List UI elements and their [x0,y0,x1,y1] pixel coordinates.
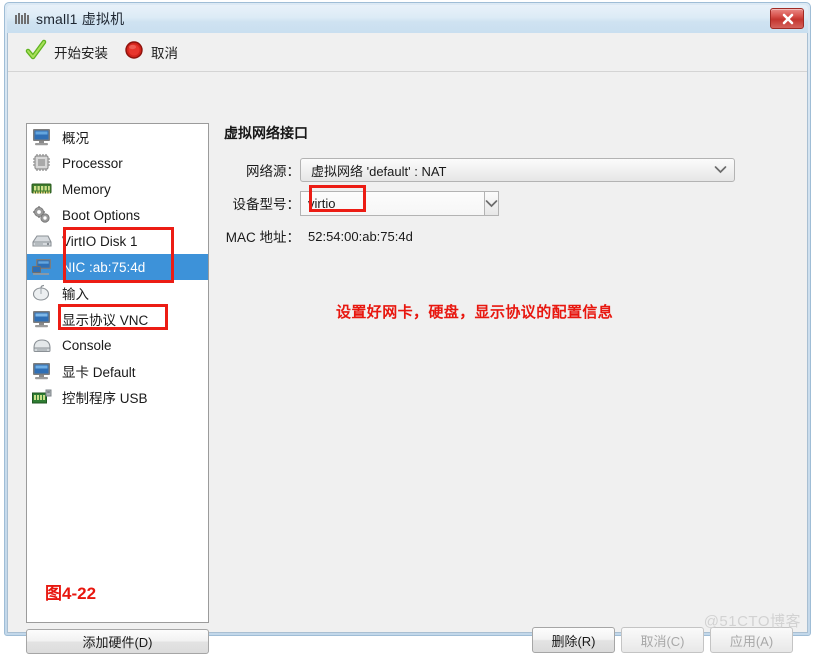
green-check-icon [25,39,47,66]
close-icon[interactable] [770,8,804,29]
begin-installation-label: 开始安装 [54,46,108,61]
console-icon [31,335,53,355]
network-source-select[interactable]: 虚拟网络 'default' : NAT [300,158,735,182]
device-model-combo[interactable] [300,190,499,216]
hw-item-label: 输入 [62,287,89,302]
monitor-icon [31,127,53,147]
network-source-value: 虚拟网络 'default' : NAT [311,163,447,179]
cpu-chip-icon [31,153,53,173]
hw-item-virtio-disk-1[interactable]: VirtIO Disk 1 [27,228,208,254]
hw-item-label: Boot Options [62,207,141,223]
memory-module-icon [31,179,53,199]
hw-item-label: 控制程序 USB [62,391,148,406]
begin-installation-button[interactable]: 开始安装 [22,36,115,69]
detail-panel: 虚拟网络接口 网络源： 虚拟网络 'default' : NAT 设备型号： v… [224,123,794,613]
window-title: small1 虚拟机 [36,11,125,27]
hw-item-label: 概况 [62,131,89,146]
hw-item-label: Processor [62,155,123,171]
mac-address-row: MAC 地址： 52:54:00:ab:75:4d [224,224,794,248]
hw-item-overview[interactable]: 概况 [27,124,208,150]
mac-address-value: 52:54:00:ab:75:4d [308,228,413,244]
hard-disk-icon [31,231,53,251]
device-model-row: 设备型号： [224,190,794,216]
hw-item-video-card[interactable]: 显卡 Default [27,358,208,384]
cancel-button[interactable]: 取消(C) [621,627,704,653]
panel-heading: 虚拟网络接口 [224,125,308,141]
hw-item-label: 显示协议 VNC [62,313,149,328]
hardware-list[interactable]: 概况 Processor Memory Boot Options VirtIO … [26,123,209,623]
device-model-input[interactable] [300,190,484,216]
toolbar: 开始安装 取消 [8,33,807,72]
hw-item-label: NIC :ab:75:4d [62,259,146,275]
network-card-icon [31,257,53,277]
virt-manager-window: small1 虚拟机 开始安装 取消 概况 Processor Memory B… [4,2,811,654]
cancel-install-button[interactable]: 取消 [121,37,185,68]
red-stop-icon [124,40,144,65]
hw-item-nic[interactable]: NIC :ab:75:4d [27,254,208,280]
vm-icon [15,12,30,26]
network-source-label: 网络源： [246,164,300,179]
hw-item-processor[interactable]: Processor [27,150,208,176]
title-bar: small1 虚拟机 [7,5,808,33]
annotation-note: 设置好网卡，硬盘，显示协议的配置信息 [336,304,614,321]
hw-item-boot-options[interactable]: Boot Options [27,202,208,228]
hw-item-label: 显卡 Default [62,365,136,380]
mac-address-label: MAC 地址： [225,230,300,245]
video-card-icon [31,361,53,381]
mouse-icon [31,283,53,303]
cancel-install-label: 取消 [151,46,178,61]
hw-item-label: Memory [62,181,111,197]
client-area: 开始安装 取消 概况 Processor Memory Boot Options… [7,33,808,654]
chevron-down-icon [714,161,727,179]
network-source-row: 网络源： 虚拟网络 'default' : NAT [224,158,794,182]
hw-item-display-vnc[interactable]: 显示协议 VNC [27,306,208,332]
usb-controller-icon [31,387,53,407]
device-model-label: 设备型号： [232,197,301,212]
hw-item-label: VirtIO Disk 1 [62,233,138,249]
figure-caption: 图4-22 [45,584,97,603]
watermark: @51CTO博客 [703,613,801,630]
display-icon [31,309,53,329]
hw-item-label: Console [62,337,112,353]
gears-icon [31,205,53,225]
hw-item-input[interactable]: 输入 [27,280,208,306]
chevron-down-icon[interactable] [484,190,499,216]
hw-item-usb-controller[interactable]: 控制程序 USB [27,384,208,410]
remove-button[interactable]: 删除(R) [532,627,615,653]
hw-item-memory[interactable]: Memory [27,176,208,202]
hw-item-console[interactable]: Console [27,332,208,358]
